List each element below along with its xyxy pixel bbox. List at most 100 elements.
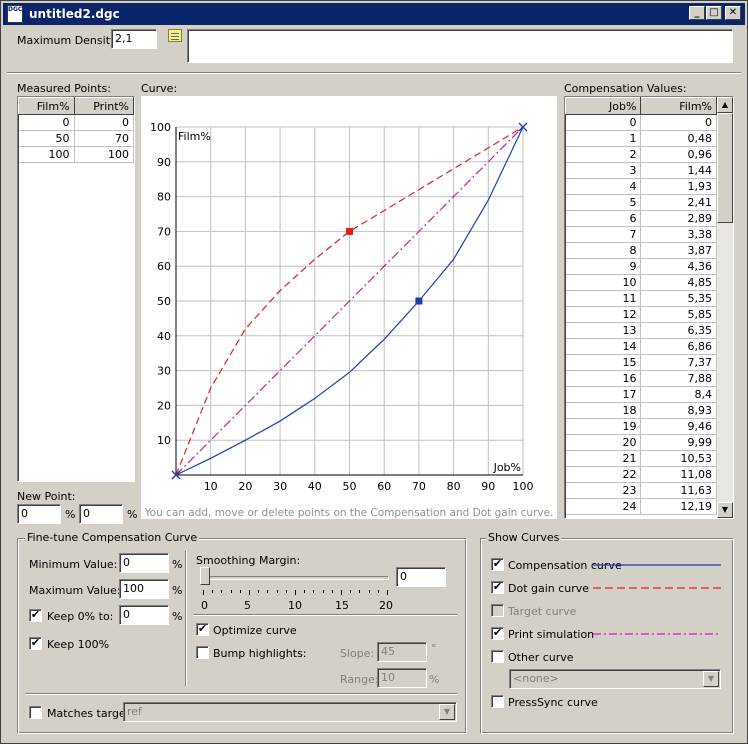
compensation-cell[interactable]: 15 [565,354,642,371]
keep100-checkbox[interactable]: ✔ [29,637,42,650]
max-density-input[interactable]: 2,1 [111,29,157,49]
compensation-values-table[interactable]: Job% Film% 0 0 1 0,48 2 0,96 3 1,44 4 1,93 5 2,41 6 2… [564,96,734,519]
show-curve-checkbox[interactable] [491,650,504,663]
compensation-cell[interactable]: 4,85 [640,274,717,291]
compensation-row[interactable]: 7 3,38 [565,226,717,243]
compensation-cell[interactable]: 2 [565,146,642,163]
measured-row[interactable]: 100 100 [18,146,134,163]
compensation-cell[interactable]: 6 [565,210,642,227]
compensation-cell[interactable]: 9 [565,258,642,275]
compensation-cell[interactable]: 0,96 [640,146,717,163]
compensation-row[interactable]: 10 4,85 [565,274,717,291]
compensation-row[interactable]: 4 1,93 [565,178,717,195]
measured-points-table[interactable]: Film% Print% 0 0 50 70 100 100 [17,96,135,482]
compensation-cell[interactable]: 7,88 [640,370,717,387]
compensation-cell[interactable]: 6,86 [640,338,717,355]
smoothing-input[interactable]: 0 [396,567,446,587]
compensation-row[interactable]: 14 6,86 [565,338,717,355]
compensation-cell[interactable]: 1 [565,130,642,147]
presssync-checkbox[interactable] [491,695,504,708]
compensation-cell[interactable]: 23 [565,482,642,499]
compensation-cell[interactable]: 3 [565,162,642,179]
show-curve-checkbox[interactable] [491,604,504,617]
matches-target-select[interactable]: ref ▼ [123,702,457,722]
curve-panel[interactable]: 10 20 30 40 50 60 70 80 90 100 10 20 30 40 50 60 70 80 90 1… [141,96,557,519]
compensation-cell[interactable]: 3,87 [640,242,717,259]
other-curve-select[interactable]: <none> ▼ [509,669,721,689]
compensation-cell[interactable]: 20 [565,434,642,451]
range-input[interactable]: 10 [377,668,427,688]
optimize-checkbox[interactable]: ✔ [196,623,209,636]
title-bar[interactable]: DGC untitled2.dgc _ □ ✕ [3,3,745,25]
compensation-cell[interactable]: 0 [640,114,717,131]
measured-cell[interactable]: 100 [18,146,75,163]
compensation-row[interactable]: 2 0,96 [565,146,717,163]
compensation-row[interactable]: 19 9,46 [565,418,717,435]
keep0-input[interactable]: 0 [119,605,169,625]
compensation-cell[interactable]: 4 [565,178,642,195]
compensation-cell[interactable]: 14 [565,338,642,355]
compensation-row[interactable]: 8 3,87 [565,242,717,259]
compensation-row[interactable]: 13 6,35 [565,322,717,339]
scroll-down-button[interactable]: ▼ [717,502,733,518]
compensation-row[interactable]: 11 5,35 [565,290,717,307]
max-value-input[interactable]: 100 [119,579,169,599]
compensation-cell[interactable]: 9,99 [640,434,717,451]
slope-input[interactable]: 45 [377,642,427,662]
compensation-cell[interactable]: 24 [565,498,642,515]
close-button[interactable]: ✕ [725,6,741,20]
compensation-row[interactable]: 23 11,63 [565,482,717,499]
new-point-x-input[interactable]: 0 [17,504,61,524]
minimize-button[interactable]: _ [689,6,705,20]
new-point-y-input[interactable]: 0 [79,504,123,524]
compensation-row[interactable]: 21 10,53 [565,450,717,467]
note-field[interactable] [187,29,733,63]
curve-chart[interactable]: 10 20 30 40 50 60 70 80 90 100 10 20 30 40 50 60 70 80 90 1… [141,96,557,519]
compensation-cell[interactable]: 19 [565,418,642,435]
compensation-col-job[interactable]: Job% [565,97,642,115]
show-curve-checkbox[interactable]: ✔ [491,558,504,571]
compensation-cell[interactable]: 2,89 [640,210,717,227]
compensation-cell[interactable]: 11 [565,290,642,307]
compensation-cell[interactable]: 4,36 [640,258,717,275]
compensation-scrollbar[interactable]: ▲ ▼ [717,97,733,518]
compensation-cell[interactable]: 1,44 [640,162,717,179]
measured-cell[interactable]: 100 [74,146,134,163]
measured-col-film[interactable]: Film% [18,97,75,115]
maximize-button[interactable]: □ [706,6,722,20]
compensation-row[interactable]: 24 12,19 [565,498,717,515]
scroll-thumb[interactable] [717,113,733,223]
compensation-cell[interactable]: 1,93 [640,178,717,195]
compensation-row[interactable]: 5 2,41 [565,194,717,211]
compensation-cell[interactable]: 18 [565,402,642,419]
smoothing-slider-thumb[interactable] [200,567,210,585]
compensation-row[interactable]: 00 [565,114,717,131]
smoothing-slider-track[interactable] [203,576,389,580]
measured-cell[interactable]: 70 [74,130,134,147]
scroll-up-button[interactable]: ▲ [717,97,733,113]
bump-checkbox[interactable] [196,646,209,659]
compensation-cell[interactable]: 0 [565,114,642,131]
compensation-cell[interactable]: 6,35 [640,322,717,339]
compensation-cell[interactable]: 7 [565,226,642,243]
compensation-cell[interactable]: 22 [565,466,642,483]
note-icon[interactable] [168,29,182,42]
compensation-row[interactable]: 15 7,37 [565,354,717,371]
measured-cell[interactable]: 0 [74,114,134,131]
compensation-row[interactable]: 6 2,89 [565,210,717,227]
measured-col-print[interactable]: Print% [73,97,134,115]
compensation-cell[interactable]: 8,93 [640,402,717,419]
compensation-cell[interactable]: 12,19 [640,498,717,515]
compensation-row[interactable]: 12 5,85 [565,306,717,323]
keep0-checkbox[interactable]: ✔ [29,609,42,622]
compensation-cell[interactable]: 5,85 [640,306,717,323]
compensation-cell[interactable]: 7,37 [640,354,717,371]
compensation-row[interactable]: 17 8,4 [565,386,717,403]
compensation-row[interactable]: 20 9,99 [565,434,717,451]
compensation-cell[interactable]: 10,53 [640,450,717,467]
compensation-cell[interactable]: 13 [565,322,642,339]
compensation-cell[interactable]: 10 [565,274,642,291]
compensation-row[interactable]: 1 0,48 [565,130,717,147]
compensation-row[interactable]: 16 7,88 [565,370,717,387]
min-value-input[interactable]: 0 [119,553,169,573]
